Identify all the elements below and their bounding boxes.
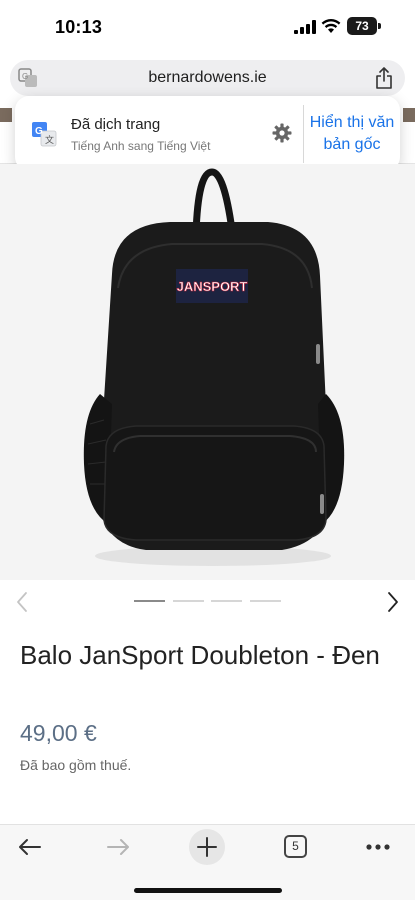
forward-arrow-icon[interactable] (104, 835, 132, 859)
share-icon[interactable] (375, 67, 393, 89)
url-text[interactable]: bernardowens.ie (10, 69, 405, 87)
header-decoration (403, 108, 415, 122)
new-tab-button[interactable] (189, 829, 225, 865)
carousel-indicator[interactable] (211, 600, 242, 602)
gear-icon[interactable] (272, 123, 292, 143)
wifi-icon (321, 18, 341, 33)
back-arrow-icon[interactable] (16, 835, 44, 859)
backpack-image: JANSPORT (83, 168, 345, 566)
home-indicator[interactable] (134, 888, 282, 893)
plus-icon (197, 837, 217, 857)
more-options-icon[interactable] (364, 835, 392, 859)
svg-text:G: G (35, 126, 43, 137)
battery-level: 73 (355, 19, 369, 33)
header-decoration (0, 108, 12, 122)
svg-text:文: 文 (45, 134, 54, 145)
product-image[interactable]: JANSPORT (0, 164, 415, 580)
image-carousel (0, 584, 415, 620)
carousel-indicator[interactable] (173, 600, 204, 602)
carousel-indicator[interactable] (134, 600, 165, 602)
chevron-right-icon[interactable] (383, 590, 403, 614)
status-bar: 10:13 73 (0, 0, 415, 56)
chevron-left-icon[interactable] (12, 590, 32, 614)
popup-subtitle: Tiếng Anh sang Tiếng Việt (71, 139, 211, 153)
carousel-indicator[interactable] (250, 600, 281, 602)
tab-switcher-button[interactable]: 5 (284, 835, 307, 858)
product-title: Balo JanSport Doubleton - Đen (20, 640, 380, 670)
popup-title: Đã dịch trang (71, 116, 161, 133)
translation-popup: G 文 Đã dịch trang Tiếng Anh sang Tiếng V… (15, 96, 400, 171)
backpack-logo-text: JANSPORT (177, 279, 248, 294)
product-price: 49,00 € (20, 720, 97, 746)
show-original-button[interactable]: Hiển thị văn bản gốc (304, 108, 400, 160)
browser-toolbar: 5 (0, 824, 415, 900)
battery-icon: 73 (347, 17, 381, 35)
address-bar[interactable]: G bernardowens.ie (10, 60, 405, 96)
tax-note: Đã bao gồm thuế. (20, 757, 132, 773)
status-time: 10:13 (55, 17, 103, 37)
cellular-signal-icon (294, 20, 316, 34)
google-translate-icon: G 文 (32, 122, 57, 147)
